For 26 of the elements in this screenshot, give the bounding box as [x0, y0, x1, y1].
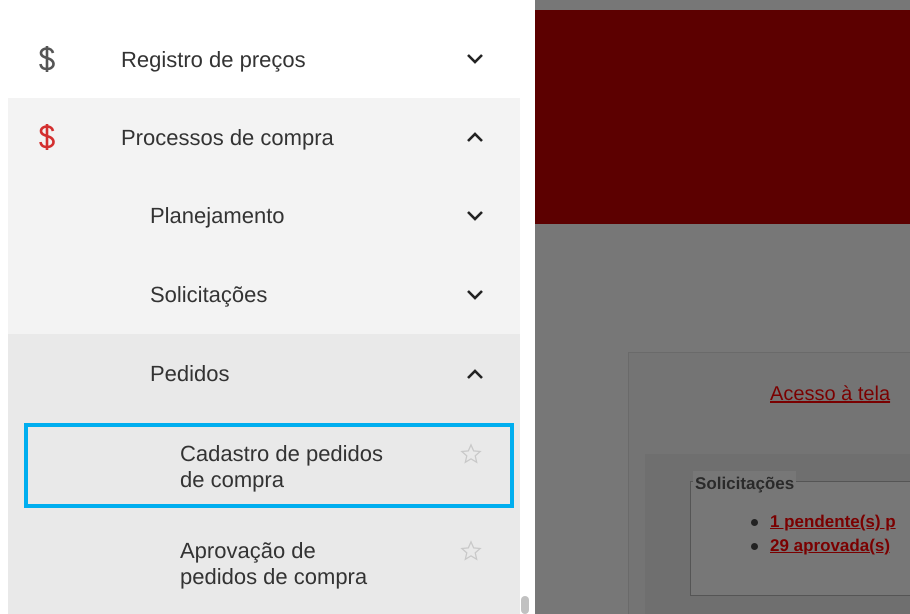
menu-label: Registro de preços — [121, 46, 307, 74]
submenu-label: Solicitações — [150, 281, 268, 309]
menu-link-label: Cadastro de pedidos de compra — [180, 441, 384, 493]
dollar-icon — [38, 123, 56, 151]
menu-item[interactable]: Registro de preços — [8, 20, 520, 98]
chevron-up-icon — [466, 131, 484, 143]
chevron-down-icon — [466, 210, 484, 222]
bullet-icon — [751, 518, 758, 526]
submenu-item[interactable]: Planejamento — [8, 176, 520, 255]
submenu-item[interactable]: Pedidos — [8, 334, 520, 413]
submenu-label: Planejamento — [150, 202, 286, 230]
scrollbar-thumb[interactable] — [521, 596, 529, 614]
menu-link[interactable]: Cadastro de pedidos de compra — [24, 423, 514, 508]
menu-link[interactable]: Aprovação de pedidos de compra — [24, 520, 514, 605]
menu-item[interactable]: Processos de compra — [8, 98, 520, 176]
submenu-item[interactable]: Solicitações — [8, 255, 520, 334]
submenu-label: Pedidos — [150, 360, 231, 388]
star-icon[interactable] — [460, 443, 482, 465]
bullet-icon — [751, 542, 758, 550]
chevron-up-icon — [466, 368, 484, 380]
chevron-down-icon — [466, 288, 484, 300]
menu-link-label: Aprovação de pedidos de compra — [180, 538, 368, 590]
dollar-icon — [38, 45, 56, 73]
star-icon[interactable] — [460, 540, 482, 562]
menu-label: Processos de compra — [121, 124, 335, 152]
chevron-down-icon — [466, 53, 484, 65]
